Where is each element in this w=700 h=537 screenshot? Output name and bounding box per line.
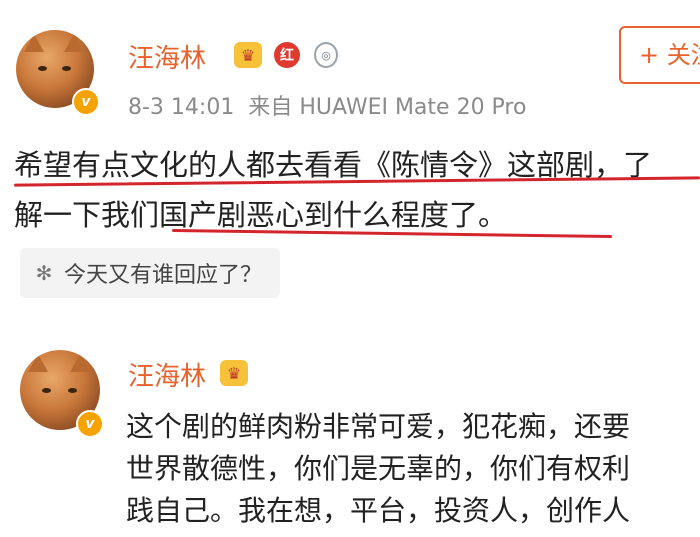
avatar-eye bbox=[38, 66, 47, 71]
crown-icon: ♛ bbox=[234, 42, 262, 68]
avatar-ear bbox=[70, 354, 90, 372]
weibo-post: v 汪海林 ♛ 红 ◎ + 关注 8-3 14:01 来自 HUAWEI Mate… bbox=[0, 0, 700, 298]
post-text-line: 解一下我们国产剧恶心到什么程度了。 bbox=[14, 198, 508, 232]
repost-text-line: 这个剧的鲜肉粉非常可爱，犯花痴，还要 bbox=[126, 410, 631, 443]
repost-crown-icon: ♛ bbox=[220, 360, 248, 386]
red-badge-icon: 红 bbox=[274, 42, 300, 68]
sparkle-icon: ✻ bbox=[35, 261, 53, 285]
avatar-ear bbox=[64, 34, 84, 52]
avatar-eye bbox=[68, 388, 77, 393]
post-source[interactable]: 来自 HUAWEI Mate 20 Pro bbox=[248, 95, 526, 120]
repost-text-line: 世界散德性，你们是无辜的，你们有权利 bbox=[126, 452, 631, 485]
reply-prompt-chip[interactable]: ✻ 今天又有谁回应了？ bbox=[20, 248, 281, 298]
avatar-ear bbox=[28, 354, 48, 372]
post-meta: 8-3 14:01 来自 HUAWEI Mate 20 Pro bbox=[128, 89, 526, 121]
follow-button[interactable]: + 关注 bbox=[619, 26, 700, 84]
author-name[interactable]: 汪海林 bbox=[128, 38, 206, 75]
repost-text-line: 践自己。我在想，平台，投资人，创作人 bbox=[126, 494, 631, 527]
medal-icon: ◎ bbox=[314, 42, 338, 68]
post-time: 8-3 14:01 bbox=[128, 95, 235, 120]
repost-author-name[interactable]: 汪海林 bbox=[128, 356, 206, 393]
avatar-eye bbox=[42, 388, 51, 393]
reply-prompt-text: 今天又有谁回应了？ bbox=[64, 263, 263, 288]
verified-icon: v bbox=[72, 88, 100, 116]
avatar-ear bbox=[24, 34, 44, 52]
avatar-eye bbox=[62, 66, 71, 71]
repost-verified-icon: v bbox=[76, 410, 104, 438]
